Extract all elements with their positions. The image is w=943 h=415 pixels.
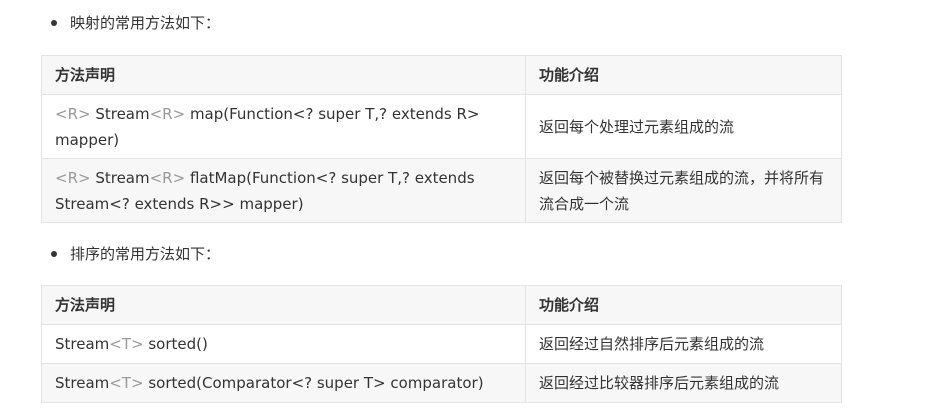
generic-type: <R> xyxy=(149,168,186,187)
method-text: sorted() xyxy=(143,335,208,353)
table-row: Stream<T> sorted(Comparator<? super T> c… xyxy=(41,363,842,403)
bullet-text: 映射的常用方法如下： xyxy=(70,14,221,32)
bullet-dot-icon xyxy=(51,20,57,26)
bullet-dot-icon xyxy=(51,251,57,257)
method-text: sorted(Comparator<? super T> comparator) xyxy=(143,374,484,392)
method-text: Stream xyxy=(90,104,150,123)
header-method-declaration: 方法声明 xyxy=(41,285,526,325)
table-row: Stream<T> sorted() 返回经过自然排序后元素组成的流 xyxy=(41,324,842,364)
mapping-methods-table: 方法声明 功能介绍 <R> Stream<R> map(Function<? s… xyxy=(41,55,842,223)
method-text: Stream xyxy=(90,168,150,187)
generic-type: <R> xyxy=(149,104,186,123)
table-row: <R> Stream<R> map(Function<? super T,? e… xyxy=(41,94,842,159)
method-text: Stream xyxy=(55,335,110,353)
header-method-declaration: 方法声明 xyxy=(41,55,526,95)
method-cell: <R> Stream<R> flatMap(Function<? super T… xyxy=(41,158,526,223)
header-function-description: 功能介绍 xyxy=(525,285,842,325)
sorting-methods-table: 方法声明 功能介绍 Stream<T> sorted() 返回经过自然排序后元素… xyxy=(41,285,842,403)
description-cell: 返回每个被替换过元素组成的流，并将所有流合成一个流 xyxy=(525,158,842,223)
generic-type: <T> xyxy=(109,374,144,392)
header-function-description: 功能介绍 xyxy=(525,55,842,95)
table-row: <R> Stream<R> flatMap(Function<? super T… xyxy=(41,158,842,223)
table-header-row: 方法声明 功能介绍 xyxy=(41,55,842,95)
method-cell: Stream<T> sorted() xyxy=(41,324,526,364)
generic-type: <T> xyxy=(109,335,144,353)
description-cell: 返回经过比较器排序后元素组成的流 xyxy=(525,363,842,403)
generic-type: <R> xyxy=(55,168,91,187)
method-text: Stream xyxy=(55,374,110,392)
method-cell: Stream<T> sorted(Comparator<? super T> c… xyxy=(41,363,526,403)
description-cell: 返回每个处理过元素组成的流 xyxy=(525,94,842,159)
table-header-row: 方法声明 功能介绍 xyxy=(41,285,842,325)
method-cell: <R> Stream<R> map(Function<? super T,? e… xyxy=(41,94,526,159)
generic-type: <R> xyxy=(55,104,91,123)
bullet-text: 排序的常用方法如下： xyxy=(70,245,221,263)
description-cell: 返回经过自然排序后元素组成的流 xyxy=(525,324,842,364)
